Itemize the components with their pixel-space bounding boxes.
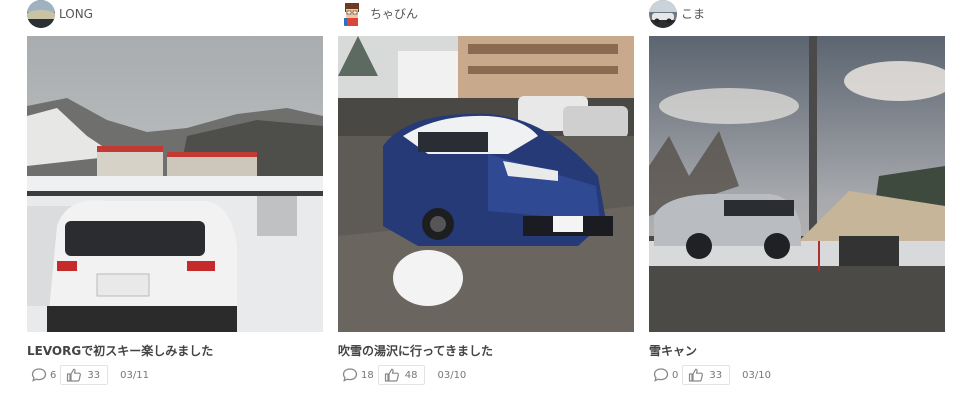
like-count-value: 33 <box>87 369 101 381</box>
post-card[interactable]: ちゃびん 吹雪の湯沢に行ってきました 18 48 03/10 <box>338 0 634 385</box>
thumbs-up-icon <box>384 368 399 382</box>
comment-icon <box>31 368 47 382</box>
comment-icon <box>342 368 358 382</box>
post-meta: 0 33 03/10 <box>653 362 771 388</box>
author-name[interactable]: ちゃびん <box>370 0 418 28</box>
post-date: 03/11 <box>120 369 149 381</box>
post-author[interactable]: LONG <box>27 0 323 28</box>
like-button[interactable]: 33 <box>682 365 731 385</box>
post-date: 03/10 <box>742 369 771 381</box>
comment-count[interactable]: 18 <box>342 367 374 383</box>
like-button[interactable]: 48 <box>377 365 426 385</box>
post-photo[interactable] <box>649 36 945 332</box>
post-card[interactable]: こま 雪キャン 0 33 03/10 <box>649 0 945 385</box>
avatar[interactable] <box>649 0 677 28</box>
post-card[interactable]: LONG LEVORGで初スキー楽しみました 6 33 03/11 <box>27 0 323 385</box>
post-meta: 18 48 03/10 <box>342 362 466 388</box>
post-title[interactable]: 吹雪の湯沢に行ってきました <box>338 342 634 359</box>
post-author[interactable]: こま <box>649 0 945 28</box>
comment-icon <box>653 368 669 382</box>
like-button[interactable]: 33 <box>60 365 109 385</box>
avatar[interactable] <box>338 0 366 28</box>
comment-count[interactable]: 0 <box>653 367 678 383</box>
comment-count-value: 18 <box>361 369 374 381</box>
thumbs-up-icon <box>67 368 82 382</box>
comment-count-value: 6 <box>50 369 57 381</box>
comment-count[interactable]: 6 <box>31 367 56 383</box>
post-photo[interactable] <box>27 36 323 332</box>
post-meta: 6 33 03/11 <box>31 362 149 388</box>
post-date: 03/10 <box>437 369 467 381</box>
like-count-value: 33 <box>709 369 723 381</box>
avatar[interactable] <box>27 0 55 28</box>
post-title[interactable]: 雪キャン <box>649 342 945 359</box>
thumbs-up-icon <box>689 368 704 382</box>
post-title[interactable]: LEVORGで初スキー楽しみました <box>27 342 323 359</box>
author-name[interactable]: LONG <box>59 0 93 28</box>
comment-count-value: 0 <box>672 369 679 381</box>
author-name[interactable]: こま <box>681 0 705 28</box>
like-count-value: 48 <box>404 369 418 381</box>
post-author[interactable]: ちゃびん <box>338 0 634 28</box>
post-photo[interactable] <box>338 36 634 332</box>
post-grid: LONG LEVORGで初スキー楽しみました 6 33 03/11 ちゃびん 吹… <box>0 0 970 400</box>
